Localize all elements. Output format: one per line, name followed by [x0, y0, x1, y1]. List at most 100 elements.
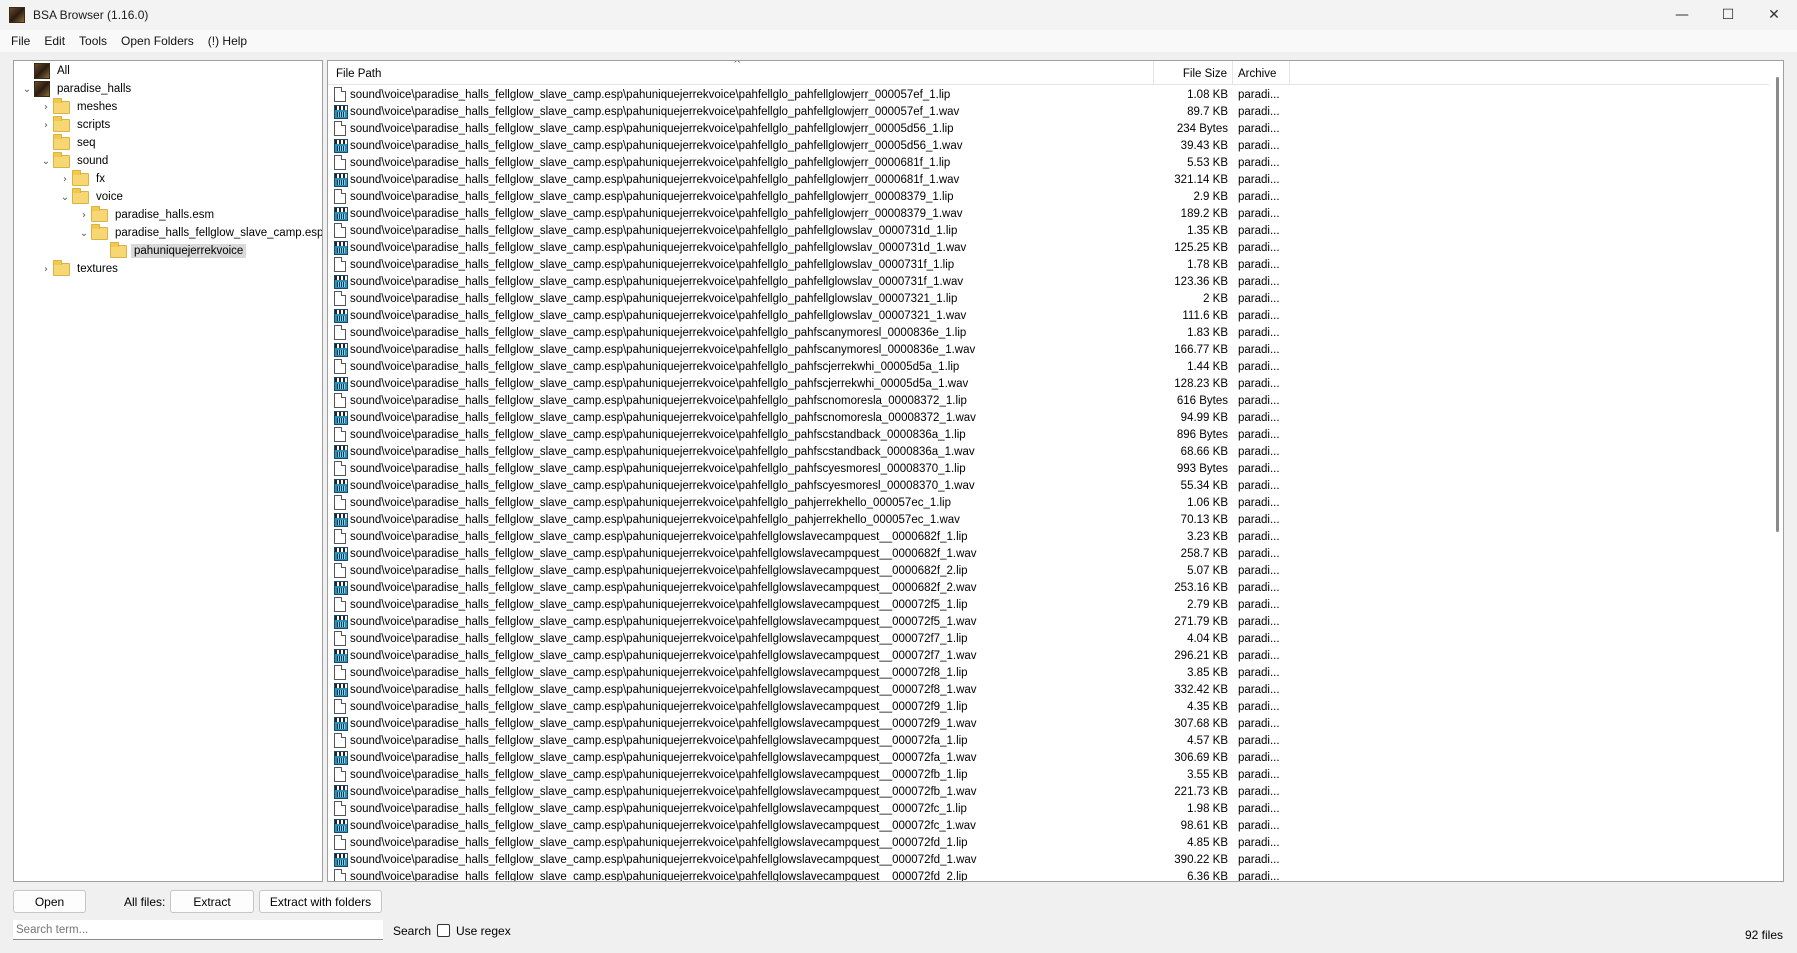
column-header-file-size[interactable]: File Size — [1154, 61, 1233, 85]
cell-file-path: sound\voice\paradise_halls_fellglow_slav… — [328, 682, 1154, 697]
table-row[interactable]: sound\voice\paradise_halls_fellglow_slav… — [328, 562, 1768, 579]
table-row[interactable]: sound\voice\paradise_halls_fellglow_slav… — [328, 120, 1768, 137]
tree-node[interactable]: ⌄ paradise_halls_fellglow_slave_camp.esp — [77, 223, 323, 242]
menu-file[interactable]: File — [4, 30, 37, 52]
table-row[interactable]: sound\voice\paradise_halls_fellglow_slav… — [328, 171, 1768, 188]
table-row[interactable]: sound\voice\paradise_halls_fellglow_slav… — [328, 154, 1768, 171]
tree-node[interactable]: › paradise_halls.esm — [77, 205, 217, 224]
table-row[interactable]: sound\voice\paradise_halls_fellglow_slav… — [328, 256, 1768, 273]
extract-button[interactable]: Extract — [170, 890, 254, 913]
table-row[interactable]: sound\voice\paradise_halls_fellglow_slav… — [328, 528, 1768, 545]
table-row[interactable]: sound\voice\paradise_halls_fellglow_slav… — [328, 103, 1768, 120]
table-row[interactable]: sound\voice\paradise_halls_fellglow_slav… — [328, 307, 1768, 324]
tree-node[interactable]: › fx — [58, 169, 108, 188]
table-row[interactable]: sound\voice\paradise_halls_fellglow_slav… — [328, 545, 1768, 562]
menu-open-folders[interactable]: Open Folders — [114, 30, 201, 52]
table-row[interactable]: sound\voice\paradise_halls_fellglow_slav… — [328, 426, 1768, 443]
table-row[interactable]: sound\voice\paradise_halls_fellglow_slav… — [328, 290, 1768, 307]
table-row[interactable]: sound\voice\paradise_halls_fellglow_slav… — [328, 358, 1768, 375]
tree-node[interactable]: pahuniquejerrekvoice — [96, 241, 247, 260]
table-row[interactable]: sound\voice\paradise_halls_fellglow_slav… — [328, 460, 1768, 477]
tree-node[interactable]: seq — [39, 133, 99, 152]
table-row[interactable]: sound\voice\paradise_halls_fellglow_slav… — [328, 681, 1768, 698]
collapsed-chevron-icon[interactable]: › — [58, 170, 72, 188]
tree-node[interactable]: ⌄ paradise_halls — [20, 80, 134, 98]
tree-node[interactable]: ⌄ sound — [39, 151, 111, 170]
table-row[interactable]: sound\voice\paradise_halls_fellglow_slav… — [328, 222, 1768, 239]
table-row[interactable]: sound\voice\paradise_halls_fellglow_slav… — [328, 443, 1768, 460]
cell-archive: paradi... — [1238, 819, 1280, 832]
cell-file-path: sound\voice\paradise_halls_fellglow_slav… — [328, 240, 1154, 255]
collapsed-chevron-icon[interactable]: › — [39, 98, 53, 116]
table-row[interactable]: sound\voice\paradise_halls_fellglow_slav… — [328, 783, 1768, 800]
expanded-chevron-icon[interactable]: ⌄ — [39, 152, 53, 170]
cell-archive: paradi... — [1238, 343, 1280, 356]
collapsed-chevron-icon[interactable]: › — [39, 116, 53, 134]
table-row[interactable]: sound\voice\paradise_halls_fellglow_slav… — [328, 613, 1768, 630]
extract-with-folders-button[interactable]: Extract with folders — [259, 890, 382, 913]
table-row[interactable]: sound\voice\paradise_halls_fellglow_slav… — [328, 596, 1768, 613]
maximize-button[interactable]: ☐ — [1705, 0, 1751, 30]
tree-node[interactable]: All — [20, 62, 73, 80]
expanded-chevron-icon[interactable]: ⌄ — [58, 188, 72, 206]
table-row[interactable]: sound\voice\paradise_halls_fellglow_slav… — [328, 511, 1768, 528]
tree-node[interactable]: › textures — [39, 259, 121, 278]
menu-tools[interactable]: Tools — [72, 30, 114, 52]
close-button[interactable]: ✕ — [1751, 0, 1797, 30]
folder-tree[interactable]: All ⌄ paradise_halls › meshes › scripts seq ⌄ sou… — [13, 60, 323, 882]
table-row[interactable]: sound\voice\paradise_halls_fellglow_slav… — [328, 205, 1768, 222]
menu-help[interactable]: (!) Help — [201, 30, 254, 52]
table-row[interactable]: sound\voice\paradise_halls_fellglow_slav… — [328, 86, 1768, 103]
table-row[interactable]: sound\voice\paradise_halls_fellglow_slav… — [328, 239, 1768, 256]
table-row[interactable]: sound\voice\paradise_halls_fellglow_slav… — [328, 494, 1768, 511]
table-row[interactable]: sound\voice\paradise_halls_fellglow_slav… — [328, 868, 1768, 881]
tree-node[interactable]: › scripts — [39, 115, 113, 134]
column-header-archive[interactable]: Archive — [1233, 61, 1290, 85]
collapsed-chevron-icon[interactable]: › — [77, 206, 91, 224]
table-row[interactable]: sound\voice\paradise_halls_fellglow_slav… — [328, 324, 1768, 341]
tree-node-label: paradise_halls_fellglow_slave_camp.esp — [115, 227, 323, 239]
table-row[interactable]: sound\voice\paradise_halls_fellglow_slav… — [328, 137, 1768, 154]
tree-node[interactable]: › meshes — [39, 97, 120, 116]
cell-file-path: sound\voice\paradise_halls_fellglow_slav… — [328, 818, 1154, 833]
expanded-chevron-icon[interactable]: ⌄ — [20, 80, 34, 98]
table-row[interactable]: sound\voice\paradise_halls_fellglow_slav… — [328, 715, 1768, 732]
table-row[interactable]: sound\voice\paradise_halls_fellglow_slav… — [328, 664, 1768, 681]
vertical-scrollbar[interactable] — [1769, 61, 1783, 881]
scrollbar-thumb[interactable] — [1776, 77, 1779, 532]
table-row[interactable]: sound\voice\paradise_halls_fellglow_slav… — [328, 579, 1768, 596]
table-row[interactable]: sound\voice\paradise_halls_fellglow_slav… — [328, 273, 1768, 290]
table-row[interactable]: sound\voice\paradise_halls_fellglow_slav… — [328, 800, 1768, 817]
table-row[interactable]: sound\voice\paradise_halls_fellglow_slav… — [328, 698, 1768, 715]
minimize-button[interactable]: — — [1659, 0, 1705, 30]
tree-node-label: scripts — [77, 119, 111, 131]
search-input[interactable] — [13, 920, 383, 940]
file-list[interactable]: File Path ^ File Size Archive sound\voic… — [327, 60, 1784, 882]
table-row[interactable]: sound\voice\paradise_halls_fellglow_slav… — [328, 834, 1768, 851]
menu-edit[interactable]: Edit — [37, 30, 72, 52]
table-row[interactable]: sound\voice\paradise_halls_fellglow_slav… — [328, 188, 1768, 205]
table-row[interactable]: sound\voice\paradise_halls_fellglow_slav… — [328, 392, 1768, 409]
collapsed-chevron-icon[interactable]: › — [39, 260, 53, 278]
table-row[interactable]: sound\voice\paradise_halls_fellglow_slav… — [328, 817, 1768, 834]
table-row[interactable]: sound\voice\paradise_halls_fellglow_slav… — [328, 732, 1768, 749]
table-row[interactable]: sound\voice\paradise_halls_fellglow_slav… — [328, 477, 1768, 494]
audio-file-icon — [334, 274, 348, 289]
table-row[interactable]: sound\voice\paradise_halls_fellglow_slav… — [328, 630, 1768, 647]
table-row[interactable]: sound\voice\paradise_halls_fellglow_slav… — [328, 409, 1768, 426]
column-header-file-path[interactable]: File Path ^ — [328, 61, 1154, 85]
cell-file-path: sound\voice\paradise_halls_fellglow_slav… — [328, 121, 1154, 136]
table-row[interactable]: sound\voice\paradise_halls_fellglow_slav… — [328, 647, 1768, 664]
cell-file-path: sound\voice\paradise_halls_fellglow_slav… — [328, 631, 1154, 646]
audio-file-icon — [334, 716, 348, 731]
table-row[interactable]: sound\voice\paradise_halls_fellglow_slav… — [328, 851, 1768, 868]
use-regex-checkbox[interactable] — [437, 924, 450, 937]
table-row[interactable]: sound\voice\paradise_halls_fellglow_slav… — [328, 375, 1768, 392]
table-row[interactable]: sound\voice\paradise_halls_fellglow_slav… — [328, 766, 1768, 783]
table-row[interactable]: sound\voice\paradise_halls_fellglow_slav… — [328, 341, 1768, 358]
open-button[interactable]: Open — [13, 890, 86, 913]
cell-file-size: 1.98 KB — [1187, 802, 1228, 815]
tree-node[interactable]: ⌄ voice — [58, 187, 126, 206]
expanded-chevron-icon[interactable]: ⌄ — [77, 224, 91, 242]
table-row[interactable]: sound\voice\paradise_halls_fellglow_slav… — [328, 749, 1768, 766]
